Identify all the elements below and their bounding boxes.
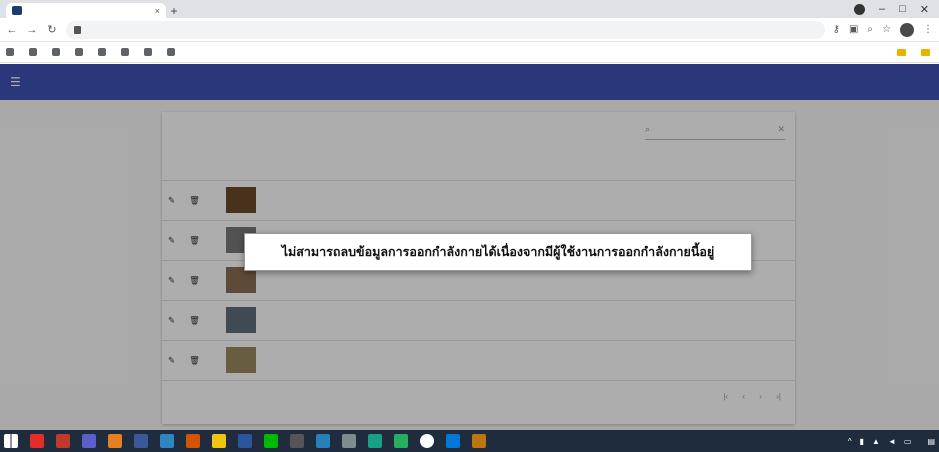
maximize-button[interactable]: □ — [899, 3, 906, 15]
bookmark-item[interactable] — [29, 48, 40, 56]
url-input[interactable] — [66, 20, 825, 39]
close-window-button[interactable]: ✕ — [920, 3, 929, 16]
app-favicon-icon — [12, 6, 22, 15]
extension-icons: ⚷ ▣ ⌕ ☆ ⋮ — [833, 22, 933, 37]
bookmark-favicon-icon — [98, 48, 106, 56]
extension-icon[interactable]: ▣ — [849, 24, 858, 35]
bookmark-item[interactable] — [52, 48, 63, 56]
notifications-icon[interactable]: ▤ — [927, 437, 935, 446]
edge-icon[interactable] — [446, 434, 460, 448]
chrome-icon[interactable] — [420, 434, 434, 448]
tray-chevron-icon[interactable]: ^ — [848, 437, 852, 446]
taskbar: ^ ▮ ▲ ◄ ▭ ▤ — [0, 430, 939, 452]
bookmarks-bar — [0, 42, 939, 63]
dialog-message: ไม่สามารถลบข้อมูลการออกกำลังกายได้เนื่อง… — [281, 245, 715, 259]
store-icon[interactable] — [316, 434, 330, 448]
browser-tab-bar: × + – □ ✕ — [0, 0, 939, 18]
bookmark-folder[interactable] — [921, 48, 933, 56]
error-dialog: ไม่สามารถลบข้อมูลการออกกำลังกายได้เนื่อง… — [244, 233, 752, 271]
address-bar-row: ← → ↻ ⚷ ▣ ⌕ ☆ ⋮ — [0, 18, 939, 42]
maps-icon[interactable] — [394, 434, 408, 448]
lock-icon — [74, 25, 81, 34]
bookmark-item[interactable] — [167, 48, 178, 56]
bookmark-folder[interactable] — [897, 48, 909, 56]
bookmarks-right — [897, 48, 933, 56]
teams-icon[interactable] — [82, 434, 96, 448]
folder-icon — [897, 48, 906, 56]
key-icon[interactable]: ⚷ — [833, 24, 840, 35]
reload-icon[interactable]: ↻ — [46, 23, 58, 36]
more-menu-icon[interactable]: ⋮ — [923, 24, 933, 35]
tab-close-icon[interactable]: × — [155, 6, 160, 16]
settings-icon[interactable] — [342, 434, 356, 448]
office-icon[interactable] — [186, 434, 200, 448]
window-controls: – □ ✕ — [854, 0, 939, 18]
forward-icon[interactable]: → — [26, 24, 38, 36]
profile-icon[interactable] — [854, 3, 865, 15]
account-avatar[interactable] — [900, 22, 914, 37]
bookmark-favicon-icon — [144, 48, 152, 56]
bookmark-item[interactable] — [144, 48, 155, 56]
language-icon[interactable]: ▭ — [904, 437, 912, 446]
folder-icon[interactable] — [212, 434, 226, 448]
bookmark-favicon-icon — [75, 48, 83, 56]
explorer-app-icon[interactable] — [472, 434, 486, 448]
bookmark-favicon-icon — [6, 48, 14, 56]
word-icon[interactable] — [238, 434, 252, 448]
line-icon[interactable] — [264, 434, 278, 448]
app-icon-red[interactable] — [56, 434, 70, 448]
bookmark-item[interactable] — [75, 48, 86, 56]
media-icon[interactable] — [108, 434, 122, 448]
bookmark-favicon-icon — [167, 48, 175, 56]
volume-icon[interactable]: ◄ — [888, 437, 896, 446]
star-icon[interactable]: ☆ — [882, 24, 891, 35]
zoom-icon[interactable]: ⌕ — [867, 24, 873, 35]
system-tray: ^ ▮ ▲ ◄ ▭ ▤ — [848, 437, 935, 446]
back-icon[interactable]: ← — [6, 24, 18, 36]
minimize-button[interactable]: – — [879, 3, 885, 15]
new-tab-button[interactable]: + — [166, 3, 182, 18]
bookmark-favicon-icon — [29, 48, 37, 56]
youtube-icon[interactable] — [30, 434, 44, 448]
photos-icon[interactable] — [160, 434, 174, 448]
search-app-icon[interactable] — [368, 434, 382, 448]
bookmark-item[interactable] — [6, 48, 17, 56]
bookmark-item[interactable] — [98, 48, 109, 56]
folder-icon — [921, 48, 930, 56]
bookmark-favicon-icon — [52, 48, 60, 56]
battery-icon[interactable]: ▮ — [860, 437, 864, 446]
bookmark-item[interactable] — [121, 48, 132, 56]
windows-start-icon[interactable] — [4, 434, 18, 448]
network-icon[interactable]: ▲ — [872, 437, 880, 446]
calculator-icon[interactable] — [290, 434, 304, 448]
browser-tab[interactable]: × — [6, 3, 166, 18]
facebook-icon[interactable] — [134, 434, 148, 448]
bookmark-favicon-icon — [121, 48, 129, 56]
